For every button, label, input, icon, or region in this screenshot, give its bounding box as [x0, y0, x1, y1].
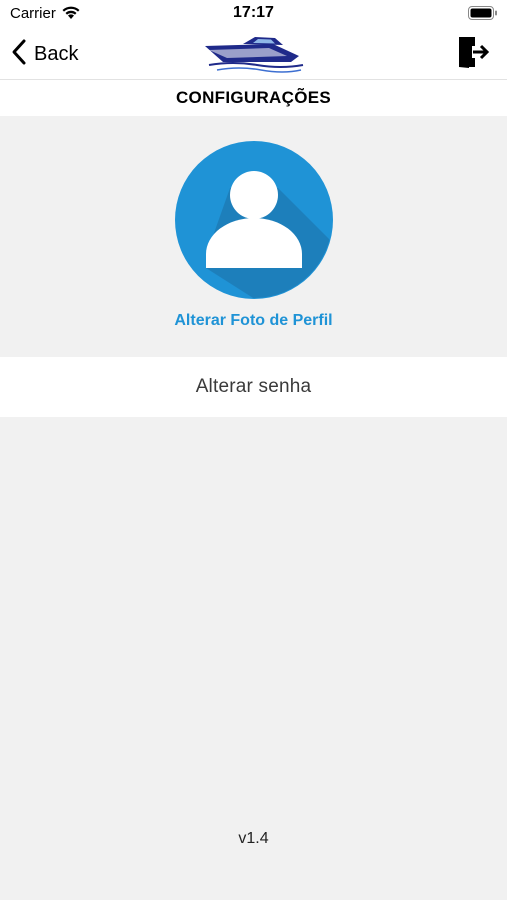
- user-avatar-icon: [174, 141, 334, 304]
- change-photo-link[interactable]: Alterar Foto de Perfil: [0, 312, 507, 330]
- change-password-label: Alterar senha: [195, 376, 312, 397]
- app-version: v1.4: [238, 830, 269, 847]
- page-title: CONFIGURAÇÕES: [175, 88, 331, 107]
- chevron-left-icon: [10, 38, 28, 71]
- status-time: 17:17: [233, 4, 274, 21]
- back-label: Back: [34, 42, 79, 65]
- logout-button[interactable]: [456, 35, 490, 74]
- boat-logo-icon: [203, 32, 305, 79]
- section-title-bar: CONFIGURAÇÕES: [0, 80, 507, 116]
- profile-avatar[interactable]: [174, 140, 334, 300]
- navigation-bar: Back: [0, 28, 507, 80]
- battery-icon: [468, 6, 498, 26]
- change-password-row[interactable]: Alterar senha: [0, 357, 507, 417]
- settings-screen: Carrier 17:17 Back CONFIGURAÇÕES Alterar…: [0, 0, 507, 900]
- exit-door-icon: [456, 37, 490, 73]
- back-button[interactable]: Back: [10, 37, 78, 71]
- status-bar: Carrier 17:17: [0, 0, 507, 28]
